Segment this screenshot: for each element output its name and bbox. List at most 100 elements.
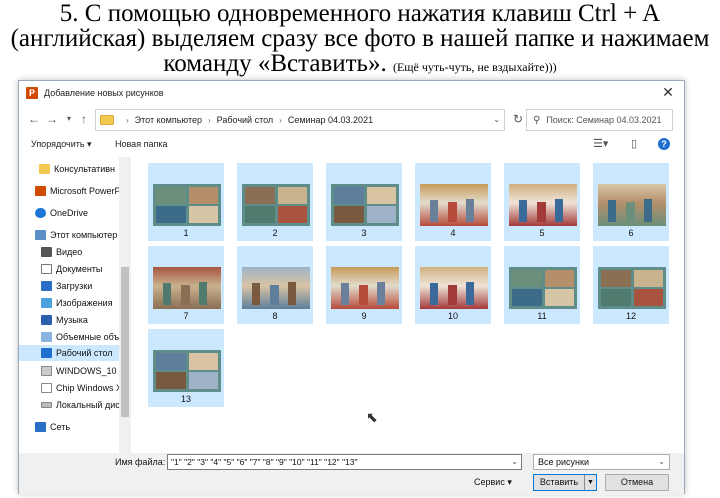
file-name: 8 <box>272 311 278 321</box>
navigation-pane: Консультативн Microsoft PowerP OneDrive … <box>19 157 131 453</box>
photo-thumbnail <box>153 350 221 392</box>
sidebar-item-label: Chip Windows X <box>56 383 123 393</box>
file-name: 9 <box>361 311 367 321</box>
chevron-right-icon: › <box>126 115 129 125</box>
sidebar-item-label: Microsoft PowerP <box>50 186 121 196</box>
sidebar-item-drive-c[interactable]: WINDOWS_10 (C <box>41 363 129 379</box>
close-button[interactable]: ✕ <box>660 84 676 100</box>
insert-button[interactable]: Вставить ▼ <box>533 474 597 491</box>
back-arrow-icon[interactable]: ← <box>27 111 41 127</box>
photo-thumbnail <box>420 267 488 309</box>
new-folder-button[interactable]: Новая папка <box>115 139 167 149</box>
up-arrow-icon[interactable]: ↑ <box>77 111 91 127</box>
sidebar-item-consult[interactable]: Консультативн <box>39 161 115 177</box>
photo-thumbnail <box>242 267 310 309</box>
insert-dropdown-icon[interactable]: ▼ <box>584 475 596 490</box>
sidebar-item-powerpoint[interactable]: Microsoft PowerP <box>35 183 121 199</box>
command-bar: Упорядочить ▾ Новая папка ☰▾ ▯ ? <box>19 135 684 155</box>
sidebar-item-network[interactable]: Сеть <box>35 419 70 435</box>
chevron-down-icon[interactable]: ⌄ <box>493 115 500 124</box>
sidebar-item-images[interactable]: Изображения <box>41 295 113 311</box>
folder-icon <box>39 164 50 174</box>
filename-label: Имя файла: <box>115 457 166 467</box>
desktop-icon <box>41 348 52 358</box>
photo-thumbnail <box>509 184 577 226</box>
filetype-select[interactable]: Все рисунки ⌄ <box>533 454 670 470</box>
sidebar-item-label: OneDrive <box>50 208 89 218</box>
file-tile[interactable]: 5 <box>504 163 580 241</box>
file-tile[interactable]: 6 <box>593 163 669 241</box>
drive-icon <box>41 383 52 393</box>
refresh-icon[interactable]: ↻ <box>510 111 526 127</box>
file-name: 6 <box>628 228 634 238</box>
file-tile[interactable]: 9 <box>326 246 402 324</box>
chevron-right-icon: › <box>279 115 282 125</box>
file-name: 5 <box>539 228 545 238</box>
breadcrumb-this-pc[interactable]: Этот компьютер <box>135 115 202 125</box>
file-name: 11 <box>537 311 547 321</box>
sidebar-item-music[interactable]: Музыка <box>41 312 88 328</box>
sidebar-item-local-disk[interactable]: Локальный дис <box>41 397 120 413</box>
file-name: 13 <box>180 394 191 404</box>
file-tile[interactable]: 8 <box>237 246 313 324</box>
filename-field[interactable]: "1" "2" "3" "4" "5" "6" "7" "8" "9" "10"… <box>167 454 522 470</box>
file-tile[interactable]: 12 <box>593 246 669 324</box>
cancel-button[interactable]: Отмена <box>605 474 669 491</box>
photo-thumbnail <box>331 267 399 309</box>
sidebar-item-label: Загрузки <box>56 281 93 291</box>
file-tile[interactable]: 4 <box>415 163 491 241</box>
preview-pane-icon[interactable]: ▯ <box>631 137 637 150</box>
sidebar-item-label: Объемные объ <box>56 332 120 342</box>
sidebar-item-3d-objects[interactable]: Объемные объ <box>41 329 119 345</box>
3d-objects-icon <box>41 332 52 342</box>
photo-thumbnail <box>420 184 488 226</box>
sidebar-item-label: Видео <box>56 247 83 257</box>
sidebar-item-downloads[interactable]: Загрузки <box>41 278 92 294</box>
sidebar-item-this-pc[interactable]: Этот компьютер <box>35 227 117 243</box>
title-bar: P Добавление новых рисунков ✕ <box>19 81 684 105</box>
search-icon: ⚲ <box>533 114 541 126</box>
sidebar-item-label: Изображения <box>56 298 113 308</box>
drive-icon <box>41 402 52 408</box>
help-icon[interactable]: ? <box>658 138 670 150</box>
chevron-right-icon: › <box>207 115 211 125</box>
documents-icon <box>41 264 52 274</box>
recent-dropdown-icon[interactable]: ▾ <box>62 111 76 127</box>
tools-button[interactable]: Сервис ▾ <box>474 477 512 488</box>
chevron-down-icon[interactable]: ⌄ <box>511 455 518 469</box>
file-tile[interactable]: 1 <box>148 163 224 241</box>
dialog-footer: Имя файла: "1" "2" "3" "4" "5" "6" "7" "… <box>19 453 684 495</box>
view-options-icon[interactable]: ☰▾ <box>593 137 608 150</box>
photo-thumbnail <box>153 267 221 309</box>
forward-arrow-icon[interactable]: → <box>45 111 59 127</box>
file-name: 7 <box>183 311 189 321</box>
file-tile[interactable]: 13 <box>148 329 224 407</box>
sidebar-item-desktop[interactable]: Рабочий стол <box>19 345 119 361</box>
sidebar-item-documents[interactable]: Документы <box>41 261 102 277</box>
file-name: 12 <box>625 311 636 321</box>
breadcrumb-seminar[interactable]: Семинар 04.03.2021 <box>288 115 373 125</box>
file-tile[interactable]: 2 <box>237 163 313 241</box>
search-placeholder: Поиск: Семинар 04.03.2021 <box>546 115 662 125</box>
sidebar-item-onedrive[interactable]: OneDrive <box>35 205 88 221</box>
insert-label: Вставить <box>539 477 579 487</box>
sidebar-item-video[interactable]: Видео <box>41 244 82 260</box>
onedrive-icon <box>35 208 46 218</box>
scrollbar-thumb[interactable] <box>121 267 129 417</box>
address-bar[interactable]: › Этот компьютер › Рабочий стол › Семина… <box>95 109 505 131</box>
sidebar-item-label: Документы <box>56 264 103 274</box>
powerpoint-icon <box>35 186 46 196</box>
sidebar-item-label: Консультативн <box>54 164 115 174</box>
drive-icon <box>41 366 52 376</box>
file-tile[interactable]: 3 <box>326 163 402 241</box>
search-input[interactable]: ⚲ Поиск: Семинар 04.03.2021 <box>526 109 673 131</box>
organize-button[interactable]: Упорядочить ▾ <box>31 139 92 150</box>
sidebar-scrollbar[interactable] <box>119 157 131 453</box>
file-tile[interactable]: 11 <box>504 246 580 324</box>
window-title: Добавление новых рисунков <box>44 88 164 98</box>
breadcrumb-desktop[interactable]: Рабочий стол <box>217 115 274 125</box>
file-tile[interactable]: 10 <box>415 246 491 324</box>
filename-value: "1" "2" "3" "4" "5" "6" "7" "8" "9" "10"… <box>171 457 358 467</box>
file-tile[interactable]: 7 <box>148 246 224 324</box>
sidebar-item-chip-windows[interactable]: Chip Windows X <box>41 380 122 396</box>
